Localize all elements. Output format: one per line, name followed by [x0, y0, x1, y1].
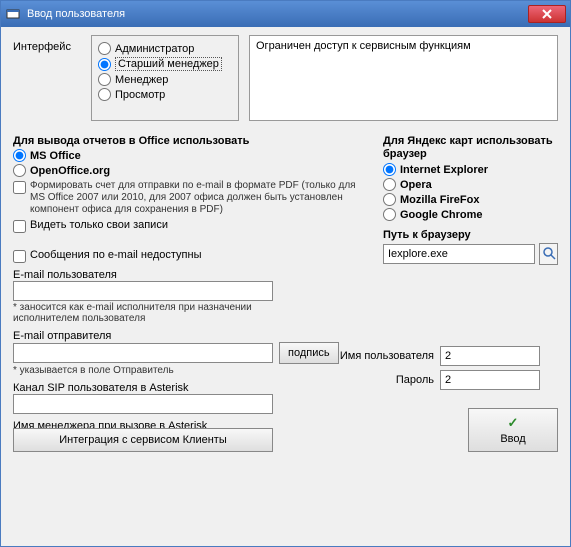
user-input-dialog: Ввод пользователя Интерфейс Администрато… [0, 0, 571, 547]
radio-openoffice-input[interactable] [13, 164, 26, 177]
radio-chrome[interactable]: Google Chrome [383, 208, 558, 221]
office-heading: Для вывода отчетов в Office использовать [13, 135, 363, 147]
radio-view-label: Просмотр [115, 89, 165, 101]
password-input[interactable] [440, 370, 540, 390]
radio-manager[interactable]: Менеджер [98, 73, 230, 86]
radio-ie-input[interactable] [383, 163, 396, 176]
radio-msoffice-label: MS Office [30, 150, 81, 162]
radio-senior-input[interactable] [98, 58, 111, 71]
check-email-unavailable-input[interactable] [13, 250, 26, 263]
sip-channel-label: Канал SIP пользователя в Asterisk [13, 382, 363, 394]
radio-msoffice-input[interactable] [13, 149, 26, 162]
radio-firefox-input[interactable] [383, 193, 396, 206]
radio-ie[interactable]: Internet Explorer [383, 163, 558, 176]
check-icon: ✓ [508, 415, 519, 431]
email-sender-note: * указывается в поле Отправитель [13, 365, 363, 376]
enter-button-label: Ввод [500, 433, 525, 445]
check-email-unavailable-label: Сообщения по e-mail недоступны [30, 249, 201, 261]
check-pdf-label: Формировать счет для отправки по e-mail … [30, 180, 360, 216]
password-label: Пароль [324, 374, 434, 386]
check-email-unavailable[interactable]: Сообщения по e-mail недоступны [13, 249, 363, 263]
check-pdf[interactable]: Формировать счет для отправки по e-mail … [13, 180, 363, 216]
interface-description: Ограничен доступ к сервисным функциям [249, 35, 558, 121]
interface-label: Интерфейс [13, 35, 81, 121]
email-sender-label: E-mail отправителя [13, 330, 363, 342]
radio-senior-label: Старший менеджер [115, 57, 222, 71]
radio-firefox[interactable]: Mozilla FireFox [383, 193, 558, 206]
email-user-input[interactable] [13, 281, 273, 301]
radio-msoffice[interactable]: MS Office [13, 149, 363, 162]
browser-path-input[interactable] [383, 244, 535, 264]
browser-path-label: Путь к браузеру [383, 229, 558, 241]
radio-admin-input[interactable] [98, 42, 111, 55]
radio-senior[interactable]: Старший менеджер [98, 57, 230, 71]
radio-openoffice-label: OpenOffice.org [30, 165, 110, 177]
radio-view[interactable]: Просмотр [98, 88, 230, 101]
radio-chrome-label: Google Chrome [400, 209, 483, 221]
radio-opera-label: Opera [400, 179, 432, 191]
username-input[interactable] [440, 346, 540, 366]
radio-opera-input[interactable] [383, 178, 396, 191]
app-icon [5, 6, 21, 22]
radio-manager-input[interactable] [98, 73, 111, 86]
radio-opera[interactable]: Opera [383, 178, 558, 191]
radio-openoffice[interactable]: OpenOffice.org [13, 164, 363, 177]
check-own-records[interactable]: Видеть только свои записи [13, 219, 363, 233]
window-title: Ввод пользователя [27, 8, 528, 20]
check-own-records-input[interactable] [13, 220, 26, 233]
browse-button[interactable] [539, 243, 558, 265]
radio-chrome-input[interactable] [383, 208, 396, 221]
radio-ie-label: Internet Explorer [400, 164, 488, 176]
enter-button[interactable]: ✓ Ввод [468, 408, 558, 452]
radio-admin-label: Администратор [115, 43, 194, 55]
email-user-label: E-mail пользователя [13, 269, 363, 281]
interface-group: Администратор Старший менеджер Менеджер … [91, 35, 239, 121]
radio-view-input[interactable] [98, 88, 111, 101]
radio-firefox-label: Mozilla FireFox [400, 194, 479, 206]
radio-admin[interactable]: Администратор [98, 42, 230, 55]
magnifier-icon [542, 246, 556, 263]
close-button[interactable] [528, 5, 566, 23]
browser-heading: Для Яндекс карт использовать браузер [383, 135, 558, 161]
check-pdf-input[interactable] [13, 181, 26, 194]
integrate-clients-button[interactable]: Интеграция с сервисом Клиенты [13, 428, 273, 452]
radio-manager-label: Менеджер [115, 74, 168, 86]
email-user-note: * заносится как e-mail исполнителя при н… [13, 302, 253, 324]
username-label: Имя пользователя [324, 350, 434, 362]
titlebar[interactable]: Ввод пользователя [1, 1, 570, 27]
email-sender-input[interactable] [13, 343, 273, 363]
check-own-records-label: Видеть только свои записи [30, 219, 168, 231]
